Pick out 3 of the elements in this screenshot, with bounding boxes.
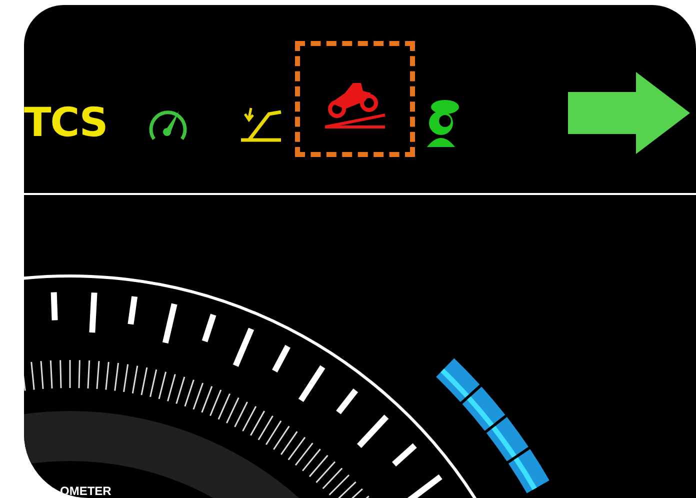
gauge-label: OMETER [60,485,112,497]
right-arrow-icon [568,72,690,154]
tcs-indicator: TCS [24,103,108,143]
